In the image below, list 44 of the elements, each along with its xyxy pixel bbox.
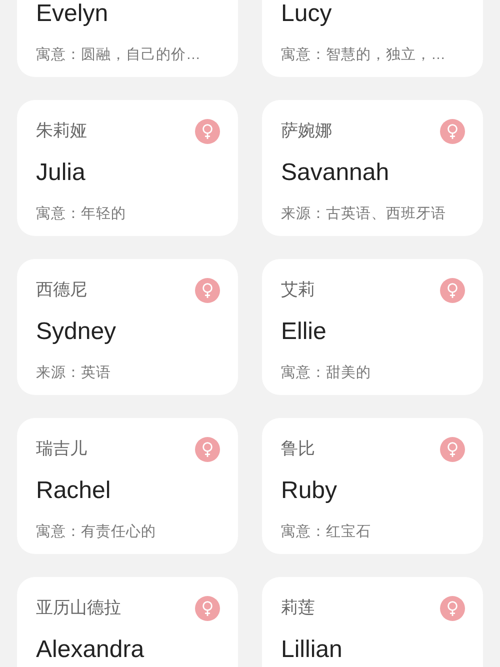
chinese-name: 朱莉娅 xyxy=(36,120,87,142)
english-name: Savannah xyxy=(281,159,390,186)
name-card[interactable]: 萨婉娜 Savannah 来源：古英语、西班牙语 xyxy=(262,100,483,236)
name-card[interactable]: 朱莉娅 Julia 寓意：年轻的 xyxy=(17,100,238,236)
chinese-name: 瑞吉儿 xyxy=(36,438,87,460)
name-meaning: 寓意：智慧的，独立，… xyxy=(281,47,446,63)
chinese-name: 莉莲 xyxy=(281,597,315,619)
name-meaning: 来源：英语 xyxy=(36,365,111,381)
chinese-name: 亚历山德拉 xyxy=(36,597,121,619)
name-card[interactable]: 亚历山德拉 Alexandra xyxy=(17,577,238,667)
name-card[interactable]: 艾莉 Ellie 寓意：甜美的 xyxy=(262,259,483,395)
name-card[interactable]: 莉莲 Lillian xyxy=(262,577,483,667)
name-meaning: 寓意：红宝石 xyxy=(281,524,371,540)
name-card[interactable]: 鲁比 Ruby 寓意：红宝石 xyxy=(262,418,483,554)
english-name: Julia xyxy=(36,159,86,186)
chinese-name: 艾莉 xyxy=(281,279,315,301)
female-symbol-icon xyxy=(195,278,220,302)
female-symbol-icon xyxy=(195,118,220,144)
chinese-name: 鲁比 xyxy=(281,438,315,460)
name-meaning: 来源：古英语、西班牙语 xyxy=(281,206,446,222)
name-card[interactable]: 瑞吉儿 Rachel 寓意：有责任心的 xyxy=(17,418,238,554)
chinese-name: 西德尼 xyxy=(36,279,87,301)
english-name: Alexandra xyxy=(36,636,144,663)
name-meaning: 寓意：甜美的 xyxy=(281,365,371,381)
english-name: Ruby xyxy=(281,477,338,504)
female-symbol-icon xyxy=(440,278,465,302)
name-meaning: 寓意：圆融，自己的价… xyxy=(36,47,200,63)
female-symbol-icon xyxy=(440,436,465,462)
english-name: Lillian xyxy=(281,636,342,663)
name-meaning: 寓意：年轻的 xyxy=(36,206,126,222)
female-symbol-icon xyxy=(440,596,465,620)
chinese-name: 萨婉娜 xyxy=(281,120,332,142)
english-name: Ellie xyxy=(281,318,326,345)
english-name: Rachel xyxy=(36,477,111,504)
english-name: Sydney xyxy=(36,318,116,345)
female-symbol-icon xyxy=(195,596,220,620)
english-name: Lucy xyxy=(281,0,332,27)
name-card[interactable]: Lucy 寓意：智慧的，独立，… xyxy=(262,0,483,77)
name-card[interactable]: 西德尼 Sydney 来源：英语 xyxy=(17,259,238,395)
name-meaning: 寓意：有责任心的 xyxy=(36,524,156,540)
female-symbol-icon xyxy=(440,118,465,144)
english-name: Evelyn xyxy=(36,0,108,27)
female-symbol-icon xyxy=(195,436,220,462)
name-card[interactable]: Evelyn 寓意：圆融，自己的价… xyxy=(17,0,238,77)
